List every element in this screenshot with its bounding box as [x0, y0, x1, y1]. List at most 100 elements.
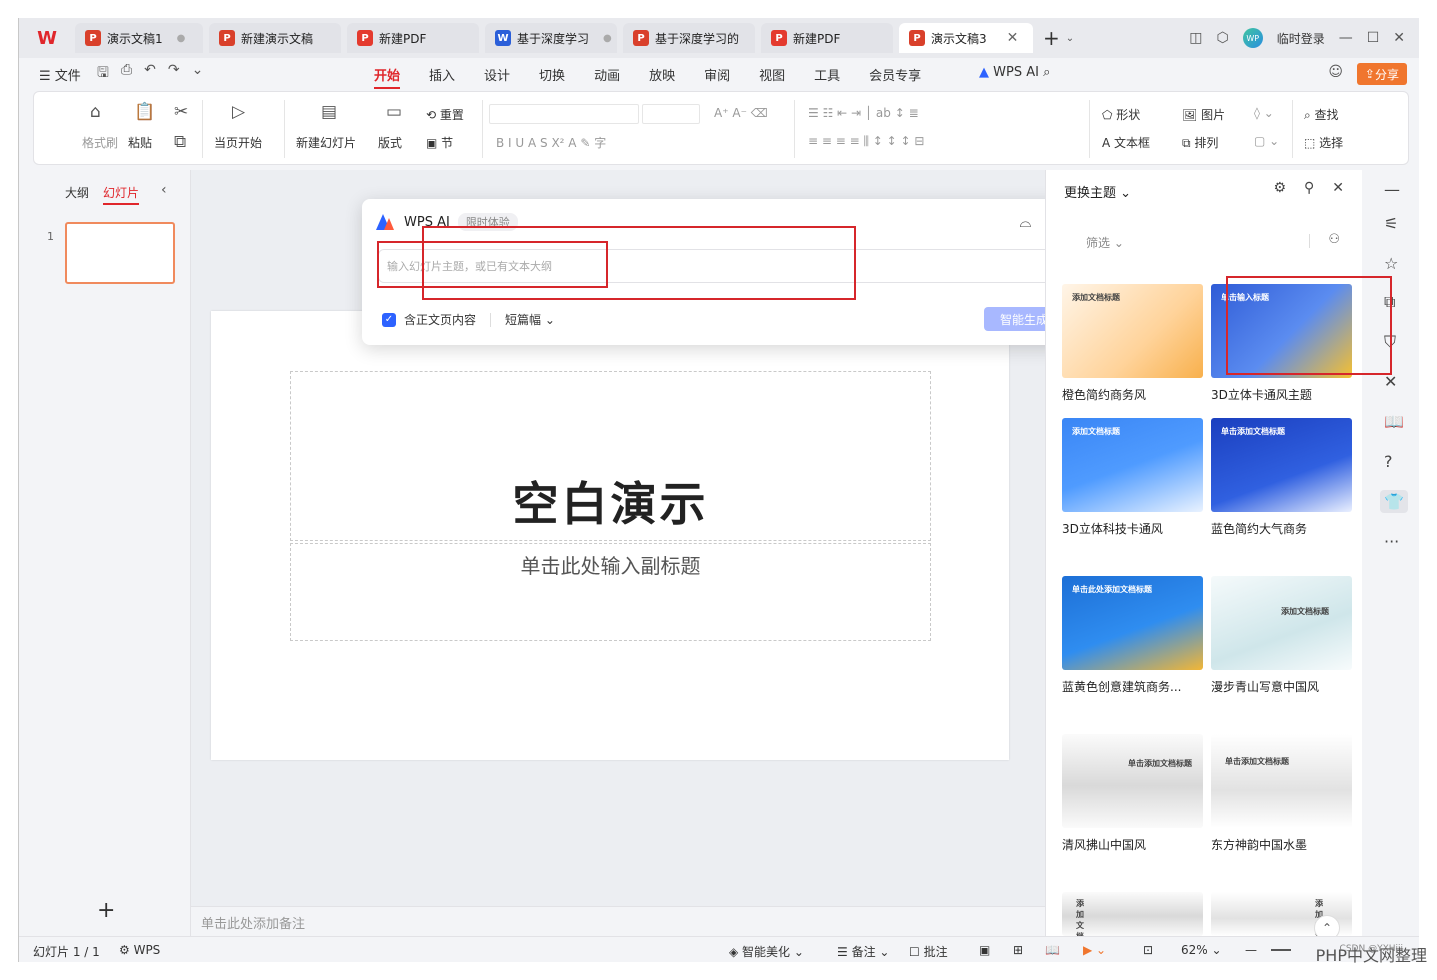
- pin-icon[interactable]: ⚲: [1304, 180, 1314, 196]
- menu-start[interactable]: 开始: [374, 65, 401, 89]
- theme-card[interactable]: 单击此处添加文档标题 蓝黄色创意建筑商务...: [1062, 576, 1203, 695]
- fill-icon[interactable]: ◊ ⌄: [1254, 106, 1274, 120]
- subtitle-placeholder[interactable]: 单击此处输入副标题: [290, 543, 931, 641]
- maximize-icon[interactable]: ☐: [1367, 30, 1380, 46]
- wps-status[interactable]: ⚙ WPS: [119, 943, 160, 957]
- picture-button[interactable]: 🖼 图片: [1182, 106, 1225, 123]
- theme-card[interactable]: 添加文档标题 漫步青山写意中国风: [1211, 576, 1352, 695]
- zoom-slider[interactable]: [1271, 949, 1291, 951]
- tab-doc-7-active[interactable]: P 演示文稿3 ✕: [899, 23, 1033, 53]
- help-icon[interactable]: ?: [1384, 452, 1393, 471]
- play-from-current-button[interactable]: 当页开始: [214, 134, 262, 151]
- copy-icon[interactable]: ⧉: [174, 132, 186, 152]
- theme-card[interactable]: 单击添加文档标题 清风拂山中国风: [1062, 734, 1203, 853]
- find-button[interactable]: ⌕ 查找: [1304, 106, 1339, 123]
- menu-member[interactable]: 会员专享: [869, 65, 921, 89]
- tab-slides[interactable]: 幻灯片: [103, 184, 140, 205]
- paste-button[interactable]: 粘贴: [128, 134, 152, 151]
- new-slide-button[interactable]: 新建幻灯片: [296, 134, 356, 151]
- title-placeholder[interactable]: 空白演示: [290, 371, 931, 541]
- menu-transition[interactable]: 切换: [539, 65, 565, 89]
- normal-view-icon[interactable]: ▣: [979, 943, 990, 957]
- grid-view-icon[interactable]: ⊞: [1013, 943, 1023, 957]
- textbox-button[interactable]: A 文本框: [1102, 134, 1150, 151]
- wps-logo-icon[interactable]: W: [19, 18, 75, 58]
- menu-tools[interactable]: 工具: [814, 65, 840, 89]
- shape-button[interactable]: ⬠ 形状: [1102, 106, 1140, 123]
- theme-card[interactable]: 添加文档标题 3D立体科技卡通风: [1062, 418, 1203, 537]
- cut-icon[interactable]: ✂: [174, 102, 188, 122]
- filter-dropdown[interactable]: 筛选 ⌄: [1086, 234, 1124, 251]
- more-icon[interactable]: ···: [1384, 532, 1399, 551]
- new-tab-button[interactable]: +: [1043, 26, 1060, 50]
- layout-icon[interactable]: ▭: [386, 102, 402, 122]
- menu-design[interactable]: 设计: [484, 65, 510, 89]
- comments-toggle[interactable]: ☐ 批注: [909, 943, 948, 960]
- print-icon[interactable]: ⎙: [121, 62, 132, 86]
- reset-button[interactable]: ⟲ 重置: [426, 106, 464, 123]
- tab-doc-4[interactable]: W 基于深度学习 ●: [485, 23, 617, 53]
- list-icons[interactable]: ☰ ☷ ⇤ ⇥ │ ab ↕ ≣: [808, 106, 919, 120]
- font-size-select[interactable]: [642, 104, 700, 124]
- slide-thumbnail[interactable]: [65, 222, 175, 284]
- theme-pane-title[interactable]: 更换主题 ⌄: [1064, 182, 1131, 201]
- close-tab-icon[interactable]: ✕: [1007, 30, 1019, 46]
- section-button[interactable]: ▣ 节: [426, 134, 453, 151]
- tab-doc-1[interactable]: P 演示文稿1 ●: [75, 23, 203, 53]
- theme-card[interactable]: 单击添加文档标题 蓝色简约大气商务: [1211, 418, 1352, 537]
- paste-icon[interactable]: 📋: [134, 102, 155, 122]
- tools-icon[interactable]: ✕: [1384, 372, 1397, 391]
- reading-view-icon[interactable]: 📖: [1045, 943, 1060, 957]
- tab-doc-6[interactable]: P 新建PDF: [761, 23, 893, 53]
- wps-ai-menu[interactable]: ▲ WPS AI ⌕: [979, 65, 1050, 80]
- new-slide-icon[interactable]: ▤: [321, 102, 337, 122]
- login-button[interactable]: 临时登录: [1277, 30, 1325, 47]
- share-button[interactable]: ⇪ 分享: [1356, 63, 1407, 85]
- format-painter-icon[interactable]: ⌂: [90, 102, 101, 122]
- undo-icon[interactable]: ↶: [144, 62, 156, 86]
- ai-topic-input[interactable]: [378, 249, 1064, 283]
- star-icon[interactable]: ☆: [1384, 254, 1398, 273]
- redo-icon[interactable]: ↷: [168, 62, 180, 86]
- theme-card[interactable]: 添加文档标题 橙色简约商务风: [1062, 284, 1203, 403]
- book-icon[interactable]: 📖: [1384, 412, 1404, 431]
- collapse-pane-icon[interactable]: ‹: [161, 182, 167, 198]
- text-format-icons[interactable]: B I U A S X² A ✎ 字: [496, 134, 606, 151]
- include-body-checkbox[interactable]: ✓: [382, 312, 396, 327]
- notes-toggle[interactable]: ☰ 备注 ⌄: [837, 943, 889, 960]
- font-grow-icon[interactable]: A⁺ A⁻ ⌫: [714, 106, 768, 120]
- cube-icon[interactable]: ⬡: [1216, 30, 1228, 46]
- file-menu[interactable]: ☰ 文件: [19, 65, 89, 84]
- theme-card[interactable]: 单击添加文档标题 东方神韵中国水墨: [1211, 734, 1352, 853]
- tab-doc-3[interactable]: P 新建PDF: [347, 23, 479, 53]
- zoom-level[interactable]: 62% ⌄: [1181, 943, 1222, 957]
- outline-icon[interactable]: ▢ ⌄: [1254, 134, 1279, 148]
- user-icon[interactable]: ⚇: [1328, 232, 1340, 247]
- minimize-icon[interactable]: —: [1339, 30, 1353, 46]
- menu-insert[interactable]: 插入: [429, 65, 455, 89]
- length-select[interactable]: 短篇幅 ⌄: [505, 311, 555, 328]
- slideshow-icon[interactable]: ▶ ⌄: [1083, 943, 1106, 957]
- settings-icon[interactable]: ⚙: [1273, 180, 1286, 196]
- menu-review[interactable]: 审阅: [704, 65, 730, 89]
- message-icon[interactable]: ☺: [1328, 64, 1343, 80]
- tab-doc-5[interactable]: P 基于深度学习的: [623, 23, 755, 53]
- minimize-panel-icon[interactable]: —: [1384, 180, 1400, 199]
- adjust-icon[interactable]: ⚟: [1384, 214, 1398, 233]
- menu-slideshow[interactable]: 放映: [649, 65, 675, 89]
- search-icon[interactable]: ⌕: [1043, 65, 1050, 80]
- menu-view[interactable]: 视图: [759, 65, 785, 89]
- shield-icon[interactable]: ⛉: [1384, 332, 1396, 352]
- avatar[interactable]: WP: [1242, 28, 1263, 48]
- arrange-button[interactable]: ⧉ 排列: [1182, 134, 1218, 151]
- beautify-button[interactable]: ◈ 智能美化 ⌄: [729, 943, 804, 960]
- window-layout-icon[interactable]: ◫: [1189, 30, 1202, 46]
- close-window-icon[interactable]: ✕: [1393, 30, 1405, 46]
- menu-animation[interactable]: 动画: [594, 65, 620, 89]
- chevron-down-icon[interactable]: ⌄: [1066, 33, 1074, 44]
- zoom-out-icon[interactable]: —: [1245, 943, 1257, 957]
- notes-area[interactable]: 单击此处添加备注: [191, 906, 1045, 936]
- play-icon[interactable]: ▷: [232, 102, 245, 122]
- format-painter-button[interactable]: 格式刷: [82, 134, 118, 151]
- close-icon[interactable]: ✕: [1332, 180, 1344, 196]
